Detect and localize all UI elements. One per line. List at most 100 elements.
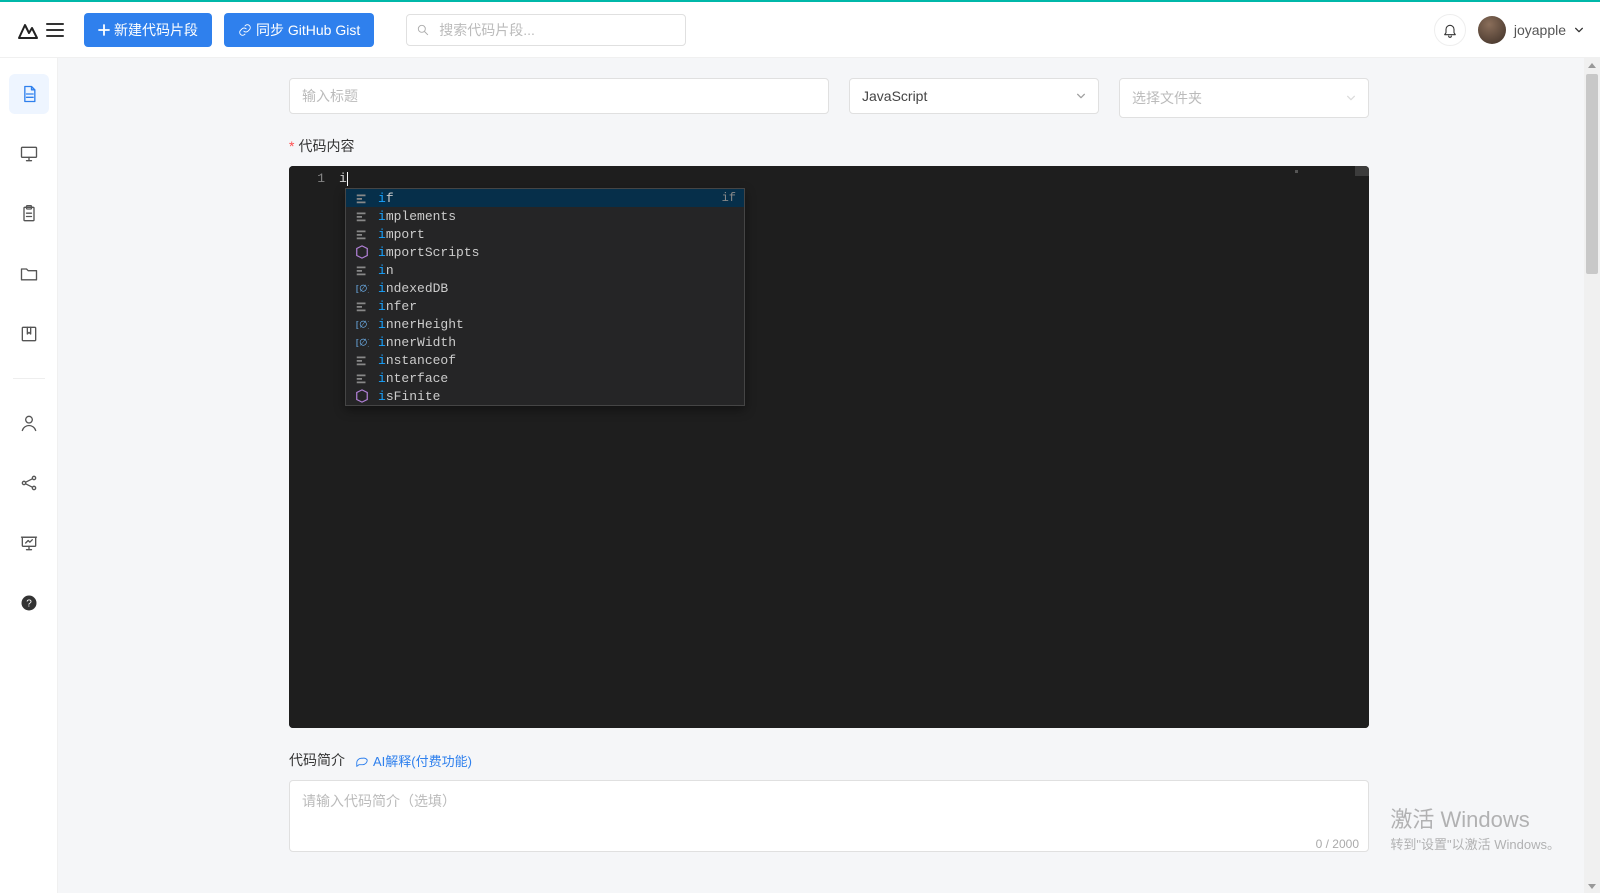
line-number: 1 <box>289 170 325 187</box>
link-icon <box>238 23 252 37</box>
sidebar-item-snippets[interactable] <box>9 74 49 114</box>
scroll-up-button[interactable] <box>1584 58 1600 72</box>
language-select[interactable]: JavaScript <box>849 78 1099 114</box>
suggestion-kind-icon <box>354 244 370 260</box>
header-fields-row: JavaScript 选择文件夹 <box>289 78 1369 136</box>
monitor-icon <box>19 144 39 164</box>
folder-placeholder: 选择文件夹 <box>1132 88 1202 108</box>
chevron-down-icon <box>1076 91 1086 101</box>
suggestion-item[interactable]: import <box>346 225 744 243</box>
app-logo-icon <box>16 18 40 42</box>
desc-label-row: 代码简介 AI解释(付费功能) <box>289 750 1369 770</box>
suggestion-label: instanceof <box>378 352 736 369</box>
logo-block <box>16 18 64 42</box>
svg-text:[∅]: [∅] <box>356 338 369 349</box>
sync-gist-button[interactable]: 同步 GitHub Gist <box>224 13 374 47</box>
sidebar-item-folders[interactable] <box>9 254 49 294</box>
suggestion-detail: if <box>722 190 736 207</box>
suggestion-label: in <box>378 262 736 279</box>
suggestion-item[interactable]: infer <box>346 297 744 315</box>
editor-minimap[interactable] <box>1289 166 1369 728</box>
user-menu[interactable]: joyapple <box>1478 16 1584 44</box>
suggestion-label: import <box>378 226 736 243</box>
content-scroll[interactable]: JavaScript 选择文件夹 * <box>58 58 1600 893</box>
header: 新建代码片段 同步 GitHub Gist joyapple <box>0 2 1600 58</box>
desc-label: 代码简介 <box>289 750 345 770</box>
suggestion-label: innerWidth <box>378 334 736 351</box>
scroll-down-button[interactable] <box>1584 879 1600 893</box>
sidebar-item-clipboard[interactable] <box>9 194 49 234</box>
suggestion-label: if <box>378 190 714 207</box>
suggestion-item[interactable]: isFinite <box>346 387 744 405</box>
suggestion-item[interactable]: interface <box>346 369 744 387</box>
avatar <box>1478 16 1506 44</box>
suggestion-item[interactable]: in <box>346 261 744 279</box>
ai-explain-link[interactable]: AI解释(付费功能) <box>355 751 472 770</box>
sync-gist-label: 同步 GitHub Gist <box>256 20 360 40</box>
editor-gutter: 1 <box>289 166 339 728</box>
suggestion-kind-icon: [∅] <box>354 280 370 296</box>
suggestion-item[interactable]: [∅] innerWidth <box>346 333 744 351</box>
editor-code-area[interactable]: i ififimplementsimportimportScriptsin[∅]… <box>339 166 1369 728</box>
suggestion-item[interactable]: importScripts <box>346 243 744 261</box>
code-editor[interactable]: 1 i ififimplementsimportimportScriptsin[… <box>289 166 1369 728</box>
menu-toggle-icon[interactable] <box>46 23 64 37</box>
suggestion-label: infer <box>378 298 736 315</box>
title-input[interactable] <box>289 78 829 114</box>
code-section-label: * 代码内容 <box>289 136 1369 156</box>
plus-icon <box>98 24 110 36</box>
bell-icon <box>1442 22 1458 38</box>
suggestion-item[interactable]: implements <box>346 207 744 225</box>
svg-text:[∅]: [∅] <box>356 284 369 295</box>
suggestion-item[interactable]: instanceof <box>346 351 744 369</box>
notifications-button[interactable] <box>1434 14 1466 46</box>
sidebar-item-profile[interactable] <box>9 403 49 443</box>
sidebar-item-desktop[interactable] <box>9 134 49 174</box>
required-marker: * <box>289 138 294 154</box>
code-label-text: 代码内容 <box>298 136 354 156</box>
chevron-down-icon <box>1346 93 1356 103</box>
sidebar-divider <box>13 378 45 379</box>
search-input[interactable] <box>406 14 686 46</box>
suggestion-label: indexedDB <box>378 280 736 297</box>
language-value: JavaScript <box>862 88 927 104</box>
suggestion-kind-icon <box>354 370 370 386</box>
typed-text: i <box>339 171 347 186</box>
suggestion-kind-icon <box>354 262 370 278</box>
sidebar-item-bookmark[interactable] <box>9 314 49 354</box>
clipboard-icon <box>19 204 39 224</box>
search-field <box>406 14 686 46</box>
user-icon <box>19 413 39 433</box>
help-icon: ? <box>19 593 39 613</box>
new-snippet-label: 新建代码片段 <box>114 20 198 40</box>
sidebar-item-share[interactable] <box>9 463 49 503</box>
autocomplete-popup: ififimplementsimportimportScriptsin [∅] in… <box>345 188 745 406</box>
ai-link-label: AI解释(付费功能) <box>373 751 472 770</box>
desc-textarea[interactable] <box>289 780 1369 852</box>
scroll-thumb[interactable] <box>1586 74 1598 274</box>
suggestion-kind-icon: [∅] <box>354 334 370 350</box>
char-counter: 0 / 2000 <box>1316 837 1359 851</box>
vertical-scrollbar[interactable] <box>1584 58 1600 893</box>
suggestion-item[interactable]: [∅] innerHeight <box>346 315 744 333</box>
bookmark-icon <box>19 324 39 344</box>
suggestion-label: isFinite <box>378 388 736 405</box>
chat-icon <box>355 753 369 767</box>
suggestion-item[interactable]: [∅] indexedDB <box>346 279 744 297</box>
sidebar: ? <box>0 58 58 893</box>
presentation-icon <box>19 533 39 553</box>
suggestion-label: implements <box>378 208 736 225</box>
sidebar-item-presentation[interactable] <box>9 523 49 563</box>
svg-text:?: ? <box>26 598 32 609</box>
sidebar-item-help[interactable]: ? <box>9 583 49 623</box>
suggestion-kind-icon <box>354 208 370 224</box>
share-icon <box>19 473 39 493</box>
search-icon <box>416 23 430 37</box>
username-label: joyapple <box>1514 22 1566 38</box>
suggestion-label: importScripts <box>378 244 736 261</box>
folder-select[interactable]: 选择文件夹 <box>1119 78 1369 118</box>
suggestion-label: innerHeight <box>378 316 736 333</box>
suggestion-item[interactable]: ifif <box>346 189 744 207</box>
suggestion-kind-icon: [∅] <box>354 316 370 332</box>
new-snippet-button[interactable]: 新建代码片段 <box>84 13 212 47</box>
